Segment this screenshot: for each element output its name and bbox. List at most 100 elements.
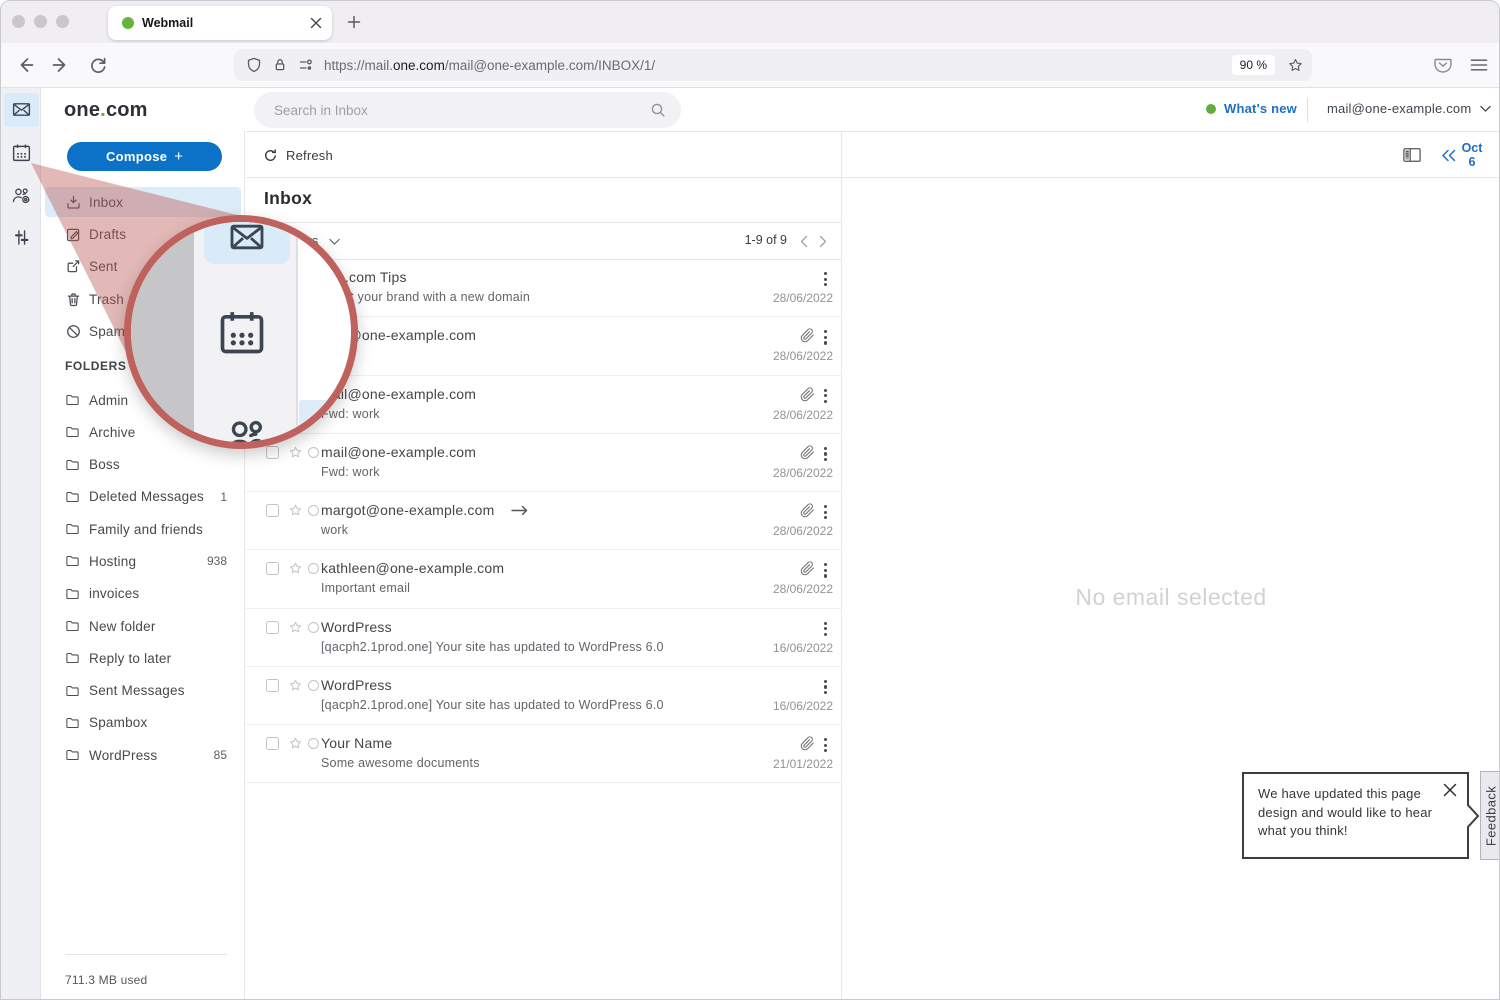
row-checkbox[interactable] xyxy=(266,504,279,517)
account-menu[interactable]: mail@one-example.com xyxy=(1327,101,1491,116)
row-star-icon[interactable] xyxy=(288,503,303,518)
row-menu-icon[interactable] xyxy=(824,563,827,577)
sidebar-folder-item[interactable]: invoices xyxy=(45,579,241,609)
row-menu-icon[interactable] xyxy=(824,680,827,694)
compose-button[interactable]: Compose + xyxy=(67,142,222,171)
whats-new-link[interactable]: What's new xyxy=(1206,101,1297,116)
row-menu-icon[interactable] xyxy=(824,330,827,344)
app-rail xyxy=(1,88,41,1000)
folder-icon xyxy=(65,425,80,439)
row-menu-icon[interactable] xyxy=(824,505,827,519)
window-maximize-button[interactable] xyxy=(56,15,69,28)
magnifier-gray-band xyxy=(131,222,194,442)
row-menu-icon[interactable] xyxy=(824,622,827,636)
row-star-icon[interactable] xyxy=(288,678,303,693)
page-prev-icon[interactable] xyxy=(800,235,808,248)
magnified-mail-icon xyxy=(223,217,271,257)
row-checkbox[interactable] xyxy=(266,621,279,634)
shield-icon[interactable] xyxy=(246,57,262,73)
lock-icon[interactable] xyxy=(272,57,288,73)
calendar-module-icon[interactable] xyxy=(11,142,32,163)
collapse-panel-icon[interactable] xyxy=(1441,149,1456,162)
sidebar-folder-item[interactable]: WordPress 85 xyxy=(45,740,241,770)
email-row[interactable]: mail@one-example.com Fwd: work 28/06/202… xyxy=(246,434,841,492)
window-minimize-button[interactable] xyxy=(34,15,47,28)
row-checkbox[interactable] xyxy=(266,446,279,459)
sidebar-folder-item[interactable]: New folder xyxy=(45,611,241,641)
feedback-close-icon[interactable] xyxy=(1443,783,1457,797)
one-com-logo[interactable]: one.com xyxy=(64,99,148,122)
row-menu-icon[interactable] xyxy=(824,738,827,752)
refresh-button[interactable]: Refresh xyxy=(263,148,333,163)
attachment-icon xyxy=(800,445,815,460)
window-controls[interactable] xyxy=(12,15,69,28)
sidebar-item-inbox[interactable]: Inbox xyxy=(45,187,241,217)
forward-icon[interactable] xyxy=(51,55,71,75)
feedback-message: We have updated this page design and wou… xyxy=(1258,785,1436,841)
row-readstate-icon[interactable] xyxy=(308,505,319,516)
url-bar[interactable]: https://mail.one.com/mail@one-example.co… xyxy=(234,49,1312,81)
bookmark-star-icon[interactable] xyxy=(1287,57,1304,74)
email-row[interactable]: margot@one-example.com work 28/06/2022 xyxy=(246,492,841,550)
sidebar-folder-item[interactable]: Hosting 938 xyxy=(45,546,241,576)
row-readstate-icon[interactable] xyxy=(308,447,319,458)
contacts-module-icon[interactable] xyxy=(11,185,32,206)
row-checkbox[interactable] xyxy=(266,679,279,692)
search-input[interactable] xyxy=(274,92,644,128)
header-bottom-line xyxy=(246,131,1500,132)
row-menu-icon[interactable] xyxy=(824,272,827,286)
email-row[interactable]: WordPress [qacph2.1prod.one] Your site h… xyxy=(246,667,841,725)
folder-label: Deleted Messages xyxy=(89,489,204,504)
sidebar-folder-item[interactable]: Sent Messages xyxy=(45,676,241,706)
search-icon[interactable] xyxy=(650,102,666,118)
row-readstate-icon[interactable] xyxy=(308,680,319,691)
sidebar-folder-item[interactable]: Spambox xyxy=(45,708,241,738)
row-star-icon[interactable] xyxy=(288,561,303,576)
tab-close-icon[interactable] xyxy=(310,17,322,29)
window-close-button[interactable] xyxy=(12,15,25,28)
reload-icon[interactable] xyxy=(88,55,108,75)
feedback-popup: We have updated this page design and wou… xyxy=(1242,772,1469,859)
mini-calendar-date[interactable]: Oct 6 xyxy=(1457,141,1487,169)
sidebar-folder-item[interactable]: Boss xyxy=(45,450,241,480)
sidebar-folder-item[interactable]: Reply to later xyxy=(45,643,241,673)
page-zoom-indicator[interactable]: 90 % xyxy=(1232,55,1275,75)
settings-sliders-icon[interactable] xyxy=(11,227,32,248)
row-star-icon[interactable] xyxy=(288,736,303,751)
spam-icon xyxy=(65,323,82,340)
browser-toolbar: https://mail.one.com/mail@one-example.co… xyxy=(1,43,1499,88)
row-checkbox[interactable] xyxy=(266,562,279,575)
row-subject: [qacph2.1prod.one] Your site has updated… xyxy=(321,698,664,712)
row-readstate-icon[interactable] xyxy=(308,563,319,574)
folder-label: Sent Messages xyxy=(89,683,185,698)
folder-icon xyxy=(65,748,80,762)
menu-hamburger-icon[interactable] xyxy=(1469,55,1489,75)
search-bar[interactable] xyxy=(254,92,681,128)
browser-tab[interactable]: Webmail xyxy=(108,6,332,40)
row-checkbox[interactable] xyxy=(266,737,279,750)
row-star-icon[interactable] xyxy=(288,620,303,635)
attachment-icon xyxy=(800,387,815,402)
permissions-icon[interactable] xyxy=(298,57,314,73)
row-readstate-icon[interactable] xyxy=(308,738,319,749)
email-row[interactable]: Your Name Some awesome documents 21/01/2… xyxy=(246,725,841,783)
new-tab-icon[interactable] xyxy=(347,15,361,29)
row-readstate-icon[interactable] xyxy=(308,622,319,633)
sidebar-folder-item[interactable]: Deleted Messages 1 xyxy=(45,482,241,512)
row-menu-icon[interactable] xyxy=(824,389,827,403)
row-date: 28/06/2022 xyxy=(773,349,833,363)
reading-pane-toggle-icon[interactable] xyxy=(1403,147,1421,163)
folder-label: Reply to later xyxy=(89,651,171,666)
mail-module-icon[interactable] xyxy=(11,99,32,120)
feedback-tab[interactable]: Feedback xyxy=(1480,771,1500,860)
pocket-icon[interactable] xyxy=(1433,55,1453,75)
row-star-icon[interactable] xyxy=(288,445,303,460)
row-menu-icon[interactable] xyxy=(824,447,827,461)
back-icon[interactable] xyxy=(15,55,35,75)
page-next-icon[interactable] xyxy=(819,235,827,248)
folders-heading: FOLDERS xyxy=(65,359,127,373)
email-row[interactable]: kathleen@one-example.com Important email… xyxy=(246,550,841,608)
email-row[interactable]: WordPress [qacph2.1prod.one] Your site h… xyxy=(246,609,841,667)
sidebar-folder-item[interactable]: Family and friends xyxy=(45,514,241,544)
chevron-down-icon[interactable] xyxy=(329,238,340,246)
